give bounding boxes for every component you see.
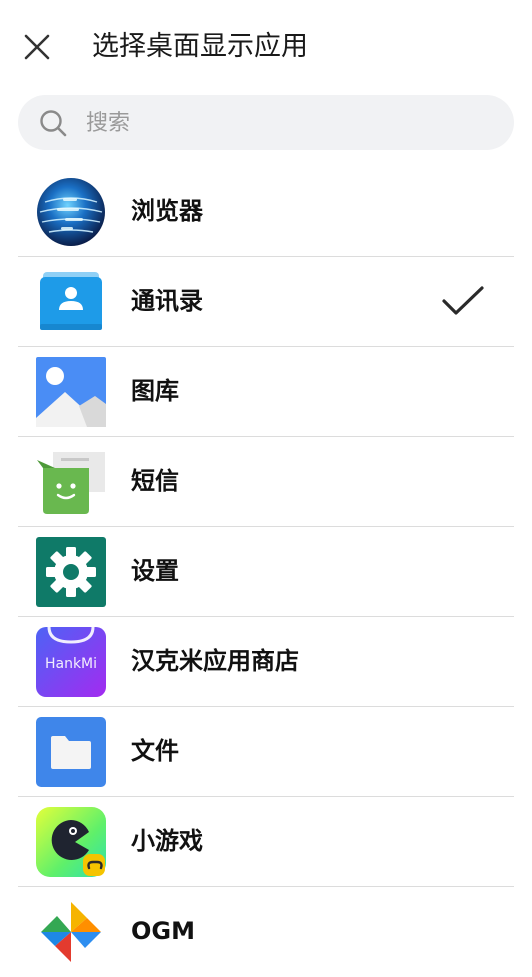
app-label: 短信 <box>131 467 179 495</box>
app-label: 小游戏 <box>131 827 203 855</box>
search-input[interactable] <box>84 103 488 144</box>
app-list: 浏览器 通讯录 图库 短信 设置 HankMi 汉克米应用商店 文件 小游戏 O… <box>0 167 532 977</box>
gallery-icon <box>36 357 106 427</box>
app-item-gallery[interactable]: 图库 <box>0 347 532 437</box>
app-item-settings[interactable]: 设置 <box>0 527 532 617</box>
browser-globe-icon <box>37 178 105 246</box>
contacts-icon <box>40 272 102 330</box>
close-icon[interactable] <box>20 30 54 64</box>
app-label: 浏览器 <box>131 197 203 225</box>
app-item-ogm[interactable]: OGM <box>0 887 532 977</box>
search-icon <box>40 110 67 137</box>
app-label: 汉克米应用商店 <box>131 647 299 675</box>
hankmi-store-icon: HankMi <box>36 626 106 697</box>
mini-games-icon <box>36 807 106 877</box>
app-item-files[interactable]: 文件 <box>0 707 532 797</box>
page-title: 选择桌面显示应用 <box>92 31 308 62</box>
app-label: 图库 <box>131 377 179 405</box>
ogm-pinwheel-icon <box>41 902 101 962</box>
app-label: OGM <box>131 917 195 945</box>
app-item-mini-games[interactable]: 小游戏 <box>0 797 532 887</box>
messages-icon <box>37 452 105 514</box>
files-folder-icon <box>36 717 106 787</box>
app-item-hankmi-store[interactable]: HankMi 汉克米应用商店 <box>0 617 532 707</box>
app-label: 文件 <box>131 737 179 765</box>
app-item-browser[interactable]: 浏览器 <box>0 167 532 257</box>
app-item-contacts[interactable]: 通讯录 <box>0 257 532 347</box>
hankmi-icon-text: HankMi <box>45 656 97 672</box>
app-item-messages[interactable]: 短信 <box>0 437 532 527</box>
settings-gear-icon <box>36 537 106 607</box>
app-label: 设置 <box>131 557 179 585</box>
header: 选择桌面显示应用 <box>0 0 532 95</box>
search-bar[interactable] <box>18 95 514 150</box>
app-label: 通讯录 <box>131 287 203 315</box>
checkmark-icon <box>442 286 484 315</box>
